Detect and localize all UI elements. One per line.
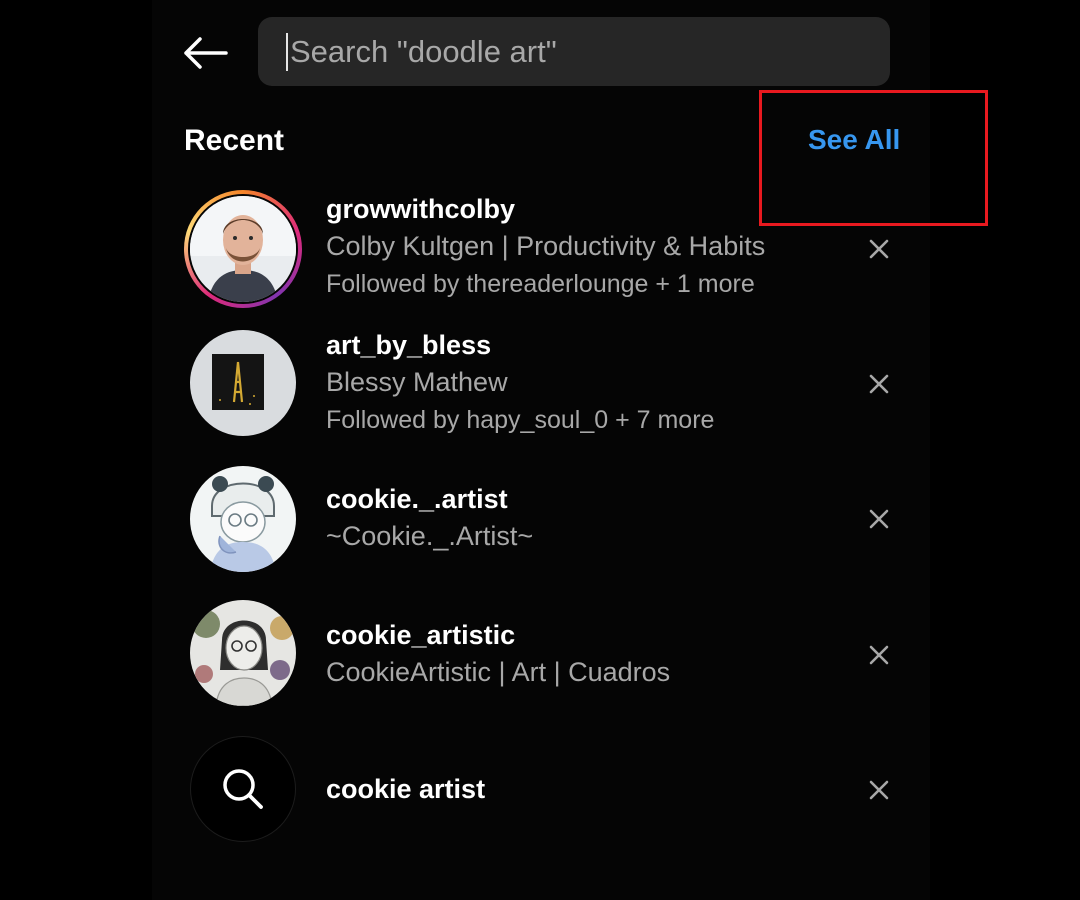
search-query: cookie artist — [326, 774, 486, 804]
avatar — [190, 466, 296, 572]
row-text: art_by_bless Blessy Mathew Followed by h… — [326, 328, 714, 438]
search-bar[interactable] — [258, 17, 890, 86]
close-icon[interactable] — [866, 642, 892, 668]
row-text: cookie._.artist ~Cookie._.Artist~ — [326, 482, 533, 556]
close-icon[interactable] — [866, 236, 892, 262]
avatar — [190, 600, 296, 706]
search-icon — [223, 769, 263, 809]
avatar — [190, 330, 296, 436]
text-cursor — [286, 32, 288, 71]
username: cookie._.artist — [326, 484, 508, 514]
close-icon[interactable] — [866, 777, 892, 803]
recent-heading: Recent — [184, 124, 285, 157]
username: cookie_artistic — [326, 620, 516, 650]
avatar — [190, 196, 296, 302]
full-name: CookieArtistic | Art | Cuadros — [326, 657, 671, 687]
row-text: cookie artist — [326, 772, 485, 806]
recent-account-row[interactable]: cookie_artistic CookieArtistic | Art | C… — [184, 596, 894, 716]
close-icon[interactable] — [866, 371, 892, 397]
search-input[interactable] — [290, 33, 850, 70]
search-query-circle — [190, 736, 296, 842]
username: art_by_bless — [326, 330, 492, 360]
followed-by: Followed by hapy_soul_0 + 7 more — [326, 406, 715, 434]
arrow-left-icon — [184, 37, 228, 69]
full-name: Colby Kultgen | Productivity & Habits — [326, 231, 766, 261]
recent-account-row[interactable]: growwithcolby Colby Kultgen | Productivi… — [184, 188, 894, 308]
recent-search-row[interactable]: cookie artist — [184, 732, 894, 852]
followed-by: Followed by thereaderlounge + 1 more — [326, 270, 755, 298]
back-button[interactable] — [180, 30, 230, 76]
row-text: cookie_artistic CookieArtistic | Art | C… — [326, 618, 670, 692]
close-icon[interactable] — [866, 506, 892, 532]
full-name: Blessy Mathew — [326, 367, 508, 397]
row-text: growwithcolby Colby Kultgen | Productivi… — [326, 192, 765, 302]
search-screen: Recent See All growwithcolby Colby Kultg… — [0, 0, 1080, 900]
see-all-button[interactable]: See All — [808, 124, 900, 156]
full-name: ~Cookie._.Artist~ — [326, 521, 534, 551]
recent-account-row[interactable]: art_by_bless Blessy Mathew Followed by h… — [184, 324, 894, 444]
username: growwithcolby — [326, 194, 515, 224]
recent-account-row[interactable]: cookie._.artist ~Cookie._.Artist~ — [184, 460, 894, 580]
